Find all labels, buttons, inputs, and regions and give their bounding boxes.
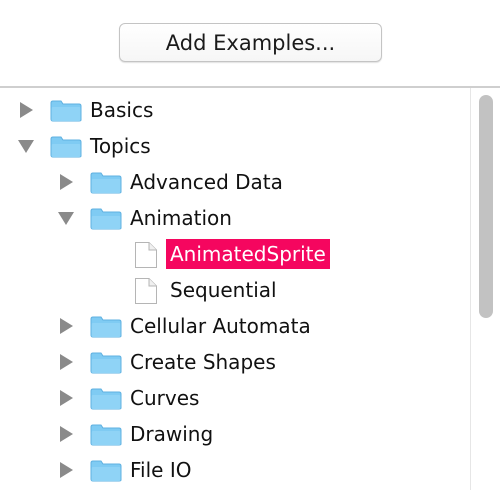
tree-item-label: Advanced Data [130,170,283,194]
tree-item-topics[interactable]: Topics [0,128,470,164]
tree-item-create-shapes[interactable]: Create Shapes [0,344,470,380]
tree-item-label: Animation [130,206,232,230]
tree-item-label: Sequential [170,278,277,302]
tree-item-curves[interactable]: Curves [0,380,470,416]
folder-icon [90,352,122,374]
tree-item-label: Drawing [130,422,214,446]
folder-icon [90,388,122,410]
tree-item-animation[interactable]: Animation [0,200,470,236]
tree-item-label: Create Shapes [130,350,276,374]
tree-item-basics[interactable]: Basics [0,92,470,128]
tree-item-label: Basics [90,98,154,122]
disclosure-collapsed-icon[interactable] [58,426,74,442]
disclosure-collapsed-icon[interactable] [58,174,74,190]
file-icon [134,277,158,305]
vertical-scrollbar[interactable] [470,88,500,490]
disclosure-expanded-icon[interactable] [58,210,74,226]
examples-tree: Basics Topics Advanced Data Animation An… [0,88,470,490]
folder-icon [50,100,82,122]
folder-icon [90,460,122,482]
folder-icon [90,424,122,446]
tree-item-label: Cellular Automata [130,314,311,338]
tree-item-label: File IO [130,458,192,482]
tree-item-label: Curves [130,386,200,410]
tree-item-drawing[interactable]: Drawing [0,416,470,452]
examples-window: Add Examples... Basics Topics Advanced D… [0,0,500,490]
tree-item-file-io[interactable]: File IO [0,452,470,488]
folder-icon [90,172,122,194]
disclosure-collapsed-icon[interactable] [58,354,74,370]
tree-item-label: AnimatedSprite [166,239,330,269]
tree-item-animatedsprite[interactable]: AnimatedSprite [0,236,470,272]
tree-item-label: Topics [90,134,151,158]
toolbar: Add Examples... [0,0,500,86]
file-icon [134,241,158,269]
tree-item-advanced-data[interactable]: Advanced Data [0,164,470,200]
folder-open-icon [50,136,82,158]
folder-icon [90,316,122,338]
tree-item-sequential[interactable]: Sequential [0,272,470,308]
scrollbar-thumb[interactable] [479,95,493,318]
folder-open-icon [90,208,122,230]
tree-item-cellular-automata[interactable]: Cellular Automata [0,308,470,344]
disclosure-expanded-icon[interactable] [18,138,34,154]
disclosure-collapsed-icon[interactable] [58,462,74,478]
disclosure-collapsed-icon[interactable] [18,102,34,118]
disclosure-collapsed-icon[interactable] [58,390,74,406]
add-examples-button[interactable]: Add Examples... [119,23,382,62]
disclosure-collapsed-icon[interactable] [58,318,74,334]
